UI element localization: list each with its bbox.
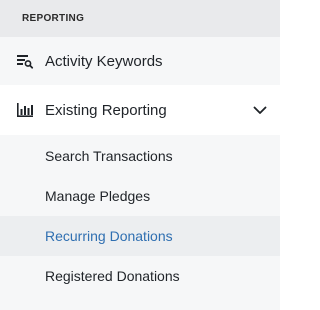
sidebar-item-activity-keywords[interactable]: Activity Keywords xyxy=(0,37,280,85)
reporting-sidebar: REPORTING Activity Keywords Existing Rep… xyxy=(0,0,280,310)
section-title: REPORTING xyxy=(22,13,85,24)
section-header-reporting: REPORTING xyxy=(0,0,280,37)
sidebar-item-label: Existing Reporting xyxy=(45,101,167,119)
sidebar-item-label: Activity Keywords xyxy=(45,52,163,70)
submenu-item-label: Recurring Donations xyxy=(45,228,173,244)
submenu-item-registered-donations[interactable]: Registered Donations xyxy=(0,256,280,296)
submenu-item-search-transactions[interactable]: Search Transactions xyxy=(0,136,280,176)
bar-chart-icon xyxy=(15,100,35,120)
list-search-icon xyxy=(15,51,35,71)
sidebar-item-existing-reporting[interactable]: Existing Reporting xyxy=(0,85,280,135)
submenu-item-recurring-donations[interactable]: Recurring Donations xyxy=(0,216,280,256)
existing-reporting-submenu: Search Transactions Manage Pledges Recur… xyxy=(0,135,280,310)
submenu-item-label: Search Transactions xyxy=(45,148,173,164)
submenu-item-manage-pledges[interactable]: Manage Pledges xyxy=(0,176,280,216)
submenu-item-label: Manage Pledges xyxy=(45,188,151,204)
chevron-down-icon[interactable] xyxy=(252,102,268,118)
submenu-item-label: Registered Donations xyxy=(45,268,180,284)
